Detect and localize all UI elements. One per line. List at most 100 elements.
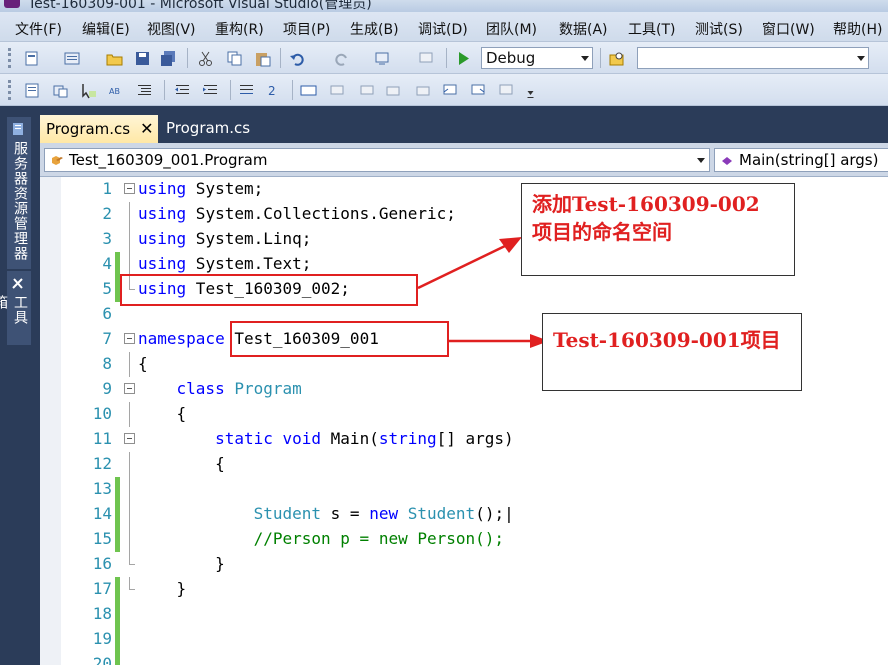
- navigation-bar: Test_160309_001.Program Main(string[] ar…: [40, 143, 888, 177]
- clear-bookmarks-icon[interactable]: [498, 82, 515, 99]
- svg-text:AB: AB: [109, 87, 120, 96]
- menu-team[interactable]: 团队(M): [486, 19, 537, 39]
- window-title: Test-160309-001 - Microsoft Visual Studi…: [28, 0, 372, 12]
- decrease-indent-icon[interactable]: [174, 82, 191, 99]
- solution-configuration-value: Debug: [486, 49, 536, 67]
- next-bookmark-in-document-icon[interactable]: [470, 82, 487, 99]
- find-in-files-icon[interactable]: [608, 50, 625, 67]
- document-tab-well: Program.cs ✕ Program.cs: [40, 107, 888, 143]
- code-text: {: [138, 354, 148, 373]
- code-text: using System.Collections.Generic;: [138, 204, 456, 223]
- chevron-down-icon: [581, 56, 589, 61]
- navigate-backward-icon[interactable]: [374, 50, 391, 67]
- menu-debug[interactable]: 调试(D): [418, 19, 468, 39]
- code-line: 20: [40, 652, 888, 665]
- redo-icon[interactable]: [333, 50, 350, 67]
- complete-word-icon[interactable]: AB: [108, 82, 125, 99]
- toolbox-tab[interactable]: 工具箱: [0, 271, 31, 345]
- navigate-forward-icon[interactable]: [418, 50, 435, 67]
- change-marker: [115, 502, 120, 527]
- menu-view[interactable]: 视图(V): [147, 19, 196, 39]
- collapse-icon[interactable]: [124, 383, 135, 394]
- save-all-icon[interactable]: [160, 50, 177, 67]
- menu-refactor[interactable]: 重构(R): [215, 19, 264, 39]
- line-number: 8: [102, 354, 112, 373]
- collapse-icon[interactable]: [124, 433, 135, 444]
- undo-icon[interactable]: [289, 50, 306, 67]
- change-marker: [115, 577, 120, 602]
- change-marker: [115, 652, 120, 665]
- open-folder-icon[interactable]: [106, 50, 123, 67]
- toolbar-grip[interactable]: [8, 48, 11, 68]
- toggle-bookmark-icon[interactable]: [300, 82, 317, 99]
- tab-label: Program.cs: [46, 120, 131, 138]
- previous-bookmark-in-document-icon[interactable]: [442, 82, 459, 99]
- line-number: 3: [102, 229, 112, 248]
- collapse-icon[interactable]: [124, 183, 135, 194]
- add-item-icon[interactable]: [64, 50, 81, 67]
- next-bookmark-icon[interactable]: [358, 82, 375, 99]
- toolbar-overflow-icon[interactable]: [522, 82, 534, 99]
- menu-test[interactable]: 测试(S): [695, 19, 743, 39]
- chevron-down-icon: [697, 158, 705, 163]
- annotation-note-namespace: 添加Test-160309-002 项目的命名空间: [521, 183, 795, 276]
- display-object-member-list-icon[interactable]: [24, 82, 41, 99]
- menu-file[interactable]: 文件(F): [15, 19, 62, 39]
- paste-icon[interactable]: [254, 50, 271, 67]
- next-bookmark-in-folder-icon[interactable]: [414, 82, 431, 99]
- cut-icon[interactable]: [197, 50, 214, 67]
- copy-icon[interactable]: [226, 50, 243, 67]
- line-number: 17: [92, 579, 112, 598]
- highlight-using-box: [120, 274, 418, 306]
- types-dropdown[interactable]: Test_160309_001.Program: [44, 148, 710, 172]
- line-number: 10: [92, 404, 112, 423]
- quick-info-icon[interactable]: [80, 82, 97, 99]
- menu-help[interactable]: 帮助(H): [833, 19, 882, 39]
- class-icon: [52, 156, 63, 165]
- line-number: 20: [92, 654, 112, 665]
- change-marker: [115, 527, 120, 552]
- save-icon[interactable]: [134, 50, 151, 67]
- code-text: using System;: [138, 179, 264, 198]
- increase-indent-icon[interactable]: [202, 82, 219, 99]
- close-icon[interactable]: ✕: [140, 119, 153, 138]
- previous-bookmark-icon[interactable]: [330, 82, 347, 99]
- code-line: 14 Student s = new Student();|: [40, 502, 888, 527]
- code-line: 12 {: [40, 452, 888, 477]
- menu-tools[interactable]: 工具(T): [628, 19, 675, 39]
- uncomment-lines-icon[interactable]: 2: [266, 82, 283, 99]
- comment-lines-icon[interactable]: [238, 82, 255, 99]
- line-number: 14: [92, 504, 112, 523]
- line-number: 13: [92, 479, 112, 498]
- toolbox-label: 工具箱: [0, 295, 28, 325]
- menu-data[interactable]: 数据(A): [559, 19, 608, 39]
- code-text: using System.Text;: [138, 254, 312, 273]
- tab-program-cs-active[interactable]: Program.cs ✕: [40, 115, 158, 143]
- start-debugging-icon[interactable]: [455, 50, 472, 67]
- tab-program-cs[interactable]: Program.cs: [160, 115, 260, 143]
- line-number: 9: [102, 379, 112, 398]
- outdent-icon[interactable]: [136, 82, 153, 99]
- line-number: 1: [102, 179, 112, 198]
- menu-window[interactable]: 窗口(W): [762, 19, 815, 39]
- find-combo[interactable]: [637, 47, 869, 69]
- toolbar-grip[interactable]: [8, 80, 11, 100]
- code-line: 17 }: [40, 577, 888, 602]
- solution-configuration-select[interactable]: Debug: [481, 47, 593, 69]
- collapse-icon[interactable]: [124, 333, 135, 344]
- new-project-icon[interactable]: [24, 50, 41, 67]
- line-number: 6: [102, 304, 112, 323]
- menu-project[interactable]: 项目(P): [283, 19, 330, 39]
- types-dropdown-value: Test_160309_001.Program: [69, 151, 268, 169]
- previous-bookmark-in-folder-icon[interactable]: [386, 82, 403, 99]
- menu-build[interactable]: 生成(B): [350, 19, 399, 39]
- line-number: 18: [92, 604, 112, 623]
- line-number: 11: [92, 429, 112, 448]
- code-text: Student s = new Student();|: [253, 504, 514, 523]
- menu-bar: 文件(F) 编辑(E) 视图(V) 重构(R) 项目(P) 生成(B) 调试(D…: [0, 12, 888, 42]
- server-explorer-tab[interactable]: 服务器资源管理器: [7, 117, 31, 269]
- menu-edit[interactable]: 编辑(E): [82, 19, 130, 39]
- parameter-info-icon[interactable]: [52, 82, 69, 99]
- members-dropdown[interactable]: Main(string[] args): [714, 148, 888, 172]
- svg-text:2: 2: [268, 84, 276, 98]
